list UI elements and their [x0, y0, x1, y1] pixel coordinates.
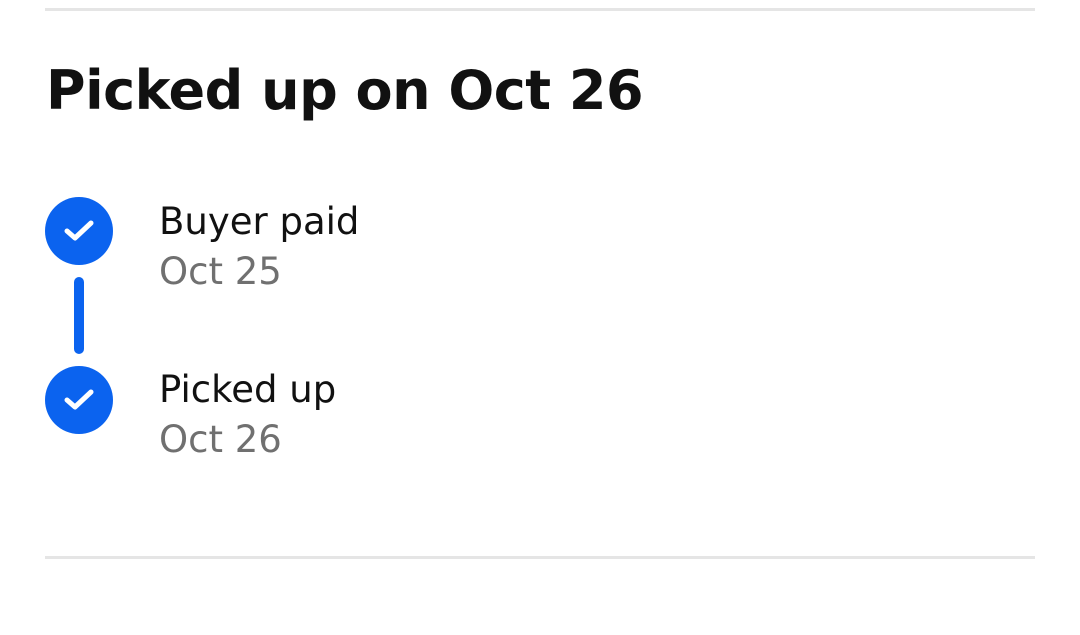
check-circle-icon: [45, 197, 113, 265]
step-label-buyer-paid: Buyer paid: [159, 200, 360, 243]
timeline-connector: [74, 277, 84, 354]
order-status-panel: Picked up on Oct 26 Buyer paid Oct 25 Pi…: [0, 0, 1080, 635]
check-icon: [64, 220, 94, 241]
status-title: Picked up on Oct 26: [46, 59, 644, 122]
check-icon: [64, 389, 94, 410]
step-label-picked-up: Picked up: [159, 368, 337, 411]
bottom-divider: [45, 556, 1035, 559]
step-date-picked-up: Oct 26: [159, 418, 282, 461]
check-circle-icon: [45, 366, 113, 434]
top-divider: [45, 8, 1035, 11]
step-date-buyer-paid: Oct 25: [159, 250, 282, 293]
